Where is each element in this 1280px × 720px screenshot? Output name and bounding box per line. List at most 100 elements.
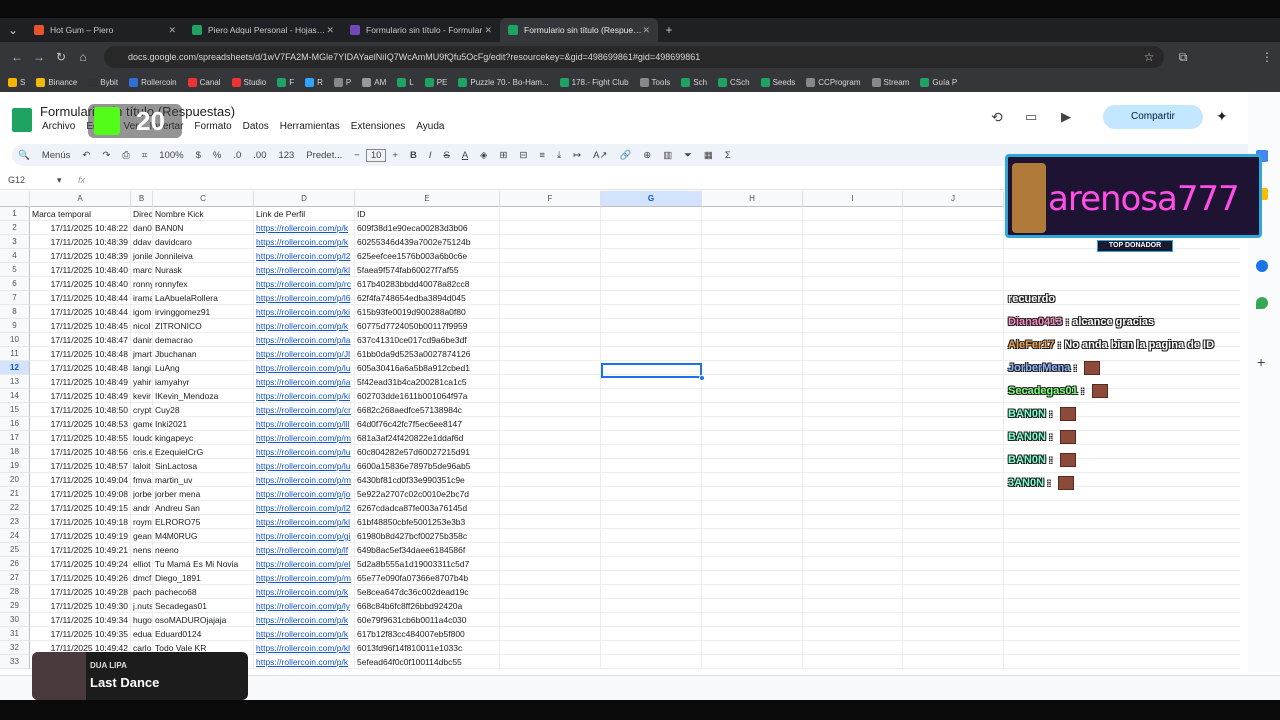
row-header[interactable]: 7 [0,291,30,305]
cell[interactable] [702,375,803,389]
cell[interactable] [903,389,1004,403]
cell[interactable]: https://rollercoin.com/p/k [254,235,355,249]
cell[interactable]: kevir [131,389,153,403]
cell[interactable]: dmcf [131,571,153,585]
column-header[interactable]: E [355,191,500,207]
cell[interactable]: 61bf48850cbfe5001253e3b3 [355,515,500,529]
cell[interactable]: Marca temporal [30,207,131,221]
bookmark-item[interactable]: PE [424,77,447,87]
cell[interactable]: Cuy28 [153,403,254,417]
cell[interactable] [903,417,1004,431]
row-header[interactable]: 31 [0,627,30,641]
cell[interactable]: marc [131,263,153,277]
add-addon-icon[interactable]: + [1257,354,1265,370]
cell[interactable]: https://rollercoin.com/p/lu [254,445,355,459]
cell[interactable] [803,515,903,529]
row-header[interactable]: 12 [0,361,30,375]
row-header[interactable]: 25 [0,543,30,557]
cell[interactable] [601,571,702,585]
cell[interactable] [601,557,702,571]
wrap-icon[interactable]: ↦ [567,150,587,161]
align-icon[interactable]: ≡ [533,150,551,161]
cell[interactable]: 17/11/2025 10:48:49 [30,389,131,403]
cell[interactable] [803,361,903,375]
cell[interactable]: nens [131,543,153,557]
row-header[interactable]: 16 [0,417,30,431]
cell[interactable] [702,459,803,473]
cell[interactable]: 60255346d439a7002e75124b [355,235,500,249]
cell[interactable]: 615b93fe0019d900288a0f80 [355,305,500,319]
cell[interactable] [500,221,601,235]
cell[interactable] [601,347,702,361]
cell[interactable]: https://rollercoin.com/p/kl [254,641,355,655]
tab-close-icon[interactable]: ✕ [484,25,492,36]
cell[interactable]: davidcaro [153,235,254,249]
print-icon[interactable]: ⎙ [116,150,136,161]
cell[interactable] [500,347,601,361]
cell[interactable] [702,571,803,585]
cell[interactable] [601,529,702,543]
cell[interactable] [803,291,903,305]
cell[interactable]: 605a30416a6a5b8a912cbed1 [355,361,500,375]
cell[interactable]: ddav [131,235,153,249]
share-button[interactable]: Compartir [1103,105,1203,129]
cell[interactable]: https://rollercoin.com/p/lll [254,417,355,431]
merge-icon[interactable]: ⊟ [513,150,533,161]
cell[interactable]: 17/11/2025 10:48:40 [30,263,131,277]
cell[interactable]: 5e922a2707c02c0010e2bc7d [355,487,500,501]
cell[interactable] [601,221,702,235]
cell[interactable]: 17/11/2025 10:49:24 [30,557,131,571]
browser-tab[interactable]: Formulario sin título (Respuesta ✕ [500,18,658,42]
cell[interactable] [601,613,702,627]
cell[interactable] [903,207,1004,221]
row-header[interactable]: 18 [0,445,30,459]
cell[interactable] [500,277,601,291]
row-header[interactable]: 20 [0,473,30,487]
row-header[interactable]: 6 [0,277,30,291]
cell[interactable]: demacrao [153,333,254,347]
cell[interactable]: M4M0RUG [153,529,254,543]
cell[interactable]: 17/11/2025 10:48:48 [30,347,131,361]
cell[interactable] [903,221,1004,235]
menu-item[interactable]: Formato [194,121,231,132]
forward-icon[interactable]: → [28,50,50,64]
cell[interactable] [500,599,601,613]
cell[interactable]: https://rollercoin.com/p/k [254,613,355,627]
menu-item[interactable]: Archivo [42,121,75,132]
menu-item[interactable]: Ayuda [416,121,444,132]
cell[interactable] [903,459,1004,473]
cell[interactable] [803,543,903,557]
menu-item[interactable]: Herramientas [280,121,340,132]
cell[interactable] [500,445,601,459]
cell[interactable]: 17/11/2025 10:49:26 [30,571,131,585]
cell[interactable]: roym [131,515,153,529]
cell[interactable]: dan0 [131,221,153,235]
column-header[interactable]: J [903,191,1004,207]
row-header[interactable]: 2 [0,221,30,235]
cell[interactable] [803,445,903,459]
cell[interactable] [702,403,803,417]
cell[interactable] [500,403,601,417]
cell[interactable] [803,347,903,361]
menu-icon[interactable]: ⋮ [1256,50,1278,64]
text-color-icon[interactable]: A [456,150,474,161]
cell[interactable] [803,557,903,571]
cell[interactable] [803,389,903,403]
cell[interactable] [803,333,903,347]
cell[interactable] [601,277,702,291]
gemini-icon[interactable]: ✦ [1216,108,1228,125]
font-size-field[interactable]: 10 [365,148,387,162]
functions-icon[interactable]: Σ [719,150,737,161]
cell[interactable] [500,263,601,277]
cell[interactable] [803,627,903,641]
row-header[interactable]: 4 [0,249,30,263]
fill-color-icon[interactable]: ◈ [474,150,493,161]
column-header[interactable]: D [254,191,355,207]
cell[interactable]: 625eefcee1576b003a6b0c6e [355,249,500,263]
cell[interactable] [702,333,803,347]
reload-icon[interactable]: ↻ [50,50,72,64]
name-box-dropdown-icon[interactable]: ▾ [57,175,62,186]
row-header[interactable]: 27 [0,571,30,585]
back-icon[interactable]: ← [6,50,28,64]
bold-icon[interactable]: B [404,150,423,161]
